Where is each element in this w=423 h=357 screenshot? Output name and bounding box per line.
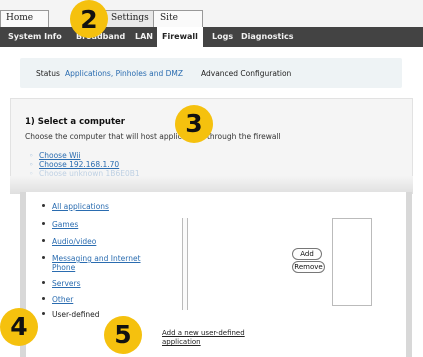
app-category-label: Other xyxy=(52,295,74,304)
tab-site-map[interactable]: Site Map xyxy=(153,10,203,38)
app-category-label: Games xyxy=(52,220,79,229)
select-computer-title: 1) Select a computer xyxy=(25,117,125,127)
bullet-icon xyxy=(42,222,45,225)
add-user-defined-application-link[interactable]: Add a new user-defined application xyxy=(162,329,262,347)
link-status[interactable]: Status xyxy=(36,69,60,78)
section-link-bar: Status Applications, Pinholes and DMZ Ad… xyxy=(20,58,402,88)
hosted-applications-listbox[interactable] xyxy=(182,218,188,310)
subnav-diagnostics[interactable]: Diagnostics xyxy=(241,27,294,47)
app-category-label: Messaging and Internet Phone xyxy=(52,254,141,272)
subnav-system-info[interactable]: System Info xyxy=(8,27,62,47)
callout-3: 3 xyxy=(175,105,213,143)
computer-option-label: Choose Wii xyxy=(39,151,81,160)
app-category-label: Servers xyxy=(52,279,81,288)
computer-option-ip[interactable]: ◦ Choose 192.168.1.70 xyxy=(29,160,119,169)
computer-option-wii[interactable]: ◦ Choose Wii xyxy=(29,151,81,160)
add-button[interactable]: Add xyxy=(292,248,322,260)
remove-button[interactable]: Remove xyxy=(292,261,325,273)
app-category-audio-video[interactable]: Audio/video xyxy=(42,237,97,246)
link-advanced-configuration[interactable]: Advanced Configuration xyxy=(201,69,291,78)
radio-icon: ◦ xyxy=(29,160,34,169)
subnav-lan[interactable]: LAN xyxy=(135,27,153,47)
callout-2: 2 xyxy=(70,0,108,38)
bullet-icon xyxy=(42,256,45,259)
top-tab-bar: Home Settings Site Map xyxy=(0,0,423,38)
subnav-bar: System Info Broadband LAN Firewall Logs … xyxy=(0,27,423,47)
bullet-icon xyxy=(42,239,45,242)
app-category-all[interactable]: All applications xyxy=(42,202,109,211)
app-category-messaging[interactable]: Messaging and Internet Phone xyxy=(42,254,147,272)
app-category-label: All applications xyxy=(52,202,109,211)
link-applications-pinholes-dmz[interactable]: Applications, Pinholes and DMZ xyxy=(65,69,183,78)
callout-4: 4 xyxy=(0,308,38,346)
callout-5: 5 xyxy=(104,316,142,354)
app-category-user-defined[interactable]: User-defined xyxy=(42,310,100,319)
app-category-other[interactable]: Other xyxy=(42,295,74,304)
tab-settings[interactable]: Settings xyxy=(104,10,154,27)
select-computer-description: Choose the computer that will host appli… xyxy=(25,132,281,141)
app-category-label: Audio/video xyxy=(52,237,97,246)
bullet-icon xyxy=(42,312,45,315)
selected-applications-listbox[interactable] xyxy=(332,218,372,306)
bullet-icon xyxy=(42,281,45,284)
subnav-firewall[interactable]: Firewall xyxy=(157,27,203,47)
tab-home[interactable]: Home xyxy=(0,10,49,27)
subnav-logs[interactable]: Logs xyxy=(212,27,233,47)
app-category-servers[interactable]: Servers xyxy=(42,279,81,288)
app-category-label: User-defined xyxy=(52,310,100,319)
radio-icon: ◦ xyxy=(29,151,34,160)
bullet-icon xyxy=(42,204,45,207)
bullet-icon xyxy=(42,297,45,300)
app-category-games[interactable]: Games xyxy=(42,220,79,229)
computer-option-label: Choose 192.168.1.70 xyxy=(39,160,120,169)
